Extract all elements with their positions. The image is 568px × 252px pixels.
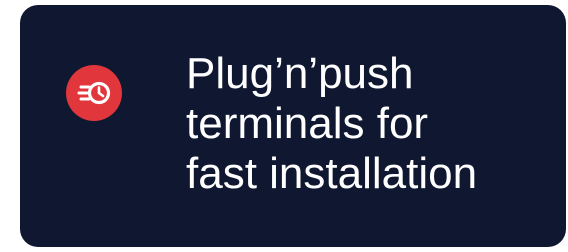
fast-clock-icon <box>77 81 111 105</box>
icon-badge <box>66 65 122 121</box>
feature-text-line-2: terminals for <box>186 99 429 148</box>
feature-card: Plug’n’push terminals for fast installat… <box>20 5 566 247</box>
feature-text: Plug’n’push terminals for fast installat… <box>186 49 477 199</box>
feature-text-line-1: Plug’n’push <box>186 49 414 98</box>
feature-text-line-3: fast installation <box>186 149 478 198</box>
